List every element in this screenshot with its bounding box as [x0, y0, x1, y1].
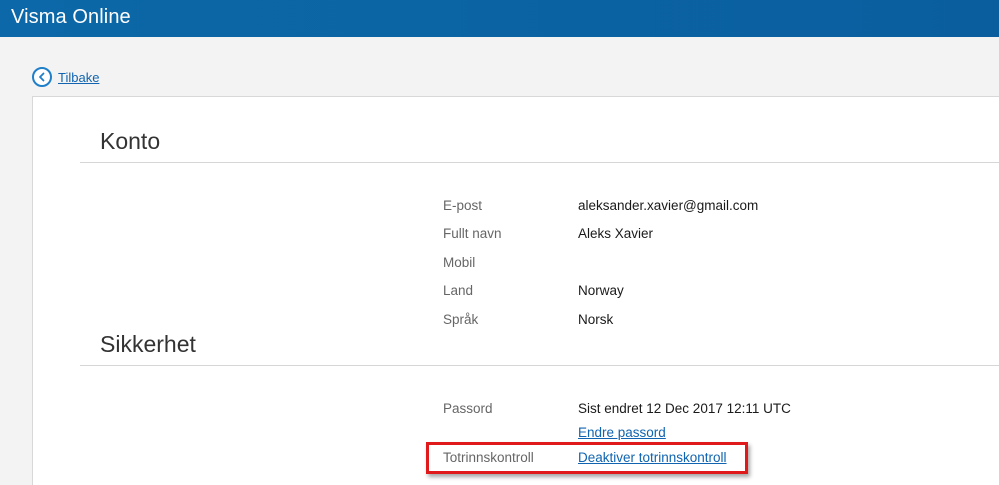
back-link-label[interactable]: Tilbake	[58, 70, 99, 85]
account-heading: Konto	[100, 128, 161, 154]
change-password-link[interactable]: Endre passord	[578, 425, 666, 440]
account-divider	[80, 162, 999, 163]
app-title: Visma Online	[11, 6, 131, 28]
language-label: Språk	[443, 312, 479, 327]
chevron-left-icon[interactable]	[32, 67, 52, 87]
password-label: Passord	[443, 401, 493, 416]
email-value: aleksander.xavier@gmail.com	[578, 198, 759, 213]
security-heading: Sikkerhet	[100, 331, 196, 357]
fullname-label: Fullt navn	[443, 226, 502, 241]
email-label: E-post	[443, 198, 483, 213]
back-link[interactable]: Tilbake	[32, 67, 99, 87]
security-divider	[80, 365, 999, 366]
fullname-value: Aleks Xavier	[578, 226, 654, 241]
country-value: Norway	[578, 283, 624, 298]
top-bar: Visma Online	[0, 0, 999, 37]
highlight-box	[426, 442, 748, 474]
language-value: Norsk	[578, 312, 614, 327]
country-label: Land	[443, 283, 474, 298]
mobile-label: Mobil	[443, 255, 476, 270]
password-status: Sist endret 12 Dec 2017 12:11 UTC	[578, 401, 791, 416]
settings-card	[32, 96, 999, 485]
